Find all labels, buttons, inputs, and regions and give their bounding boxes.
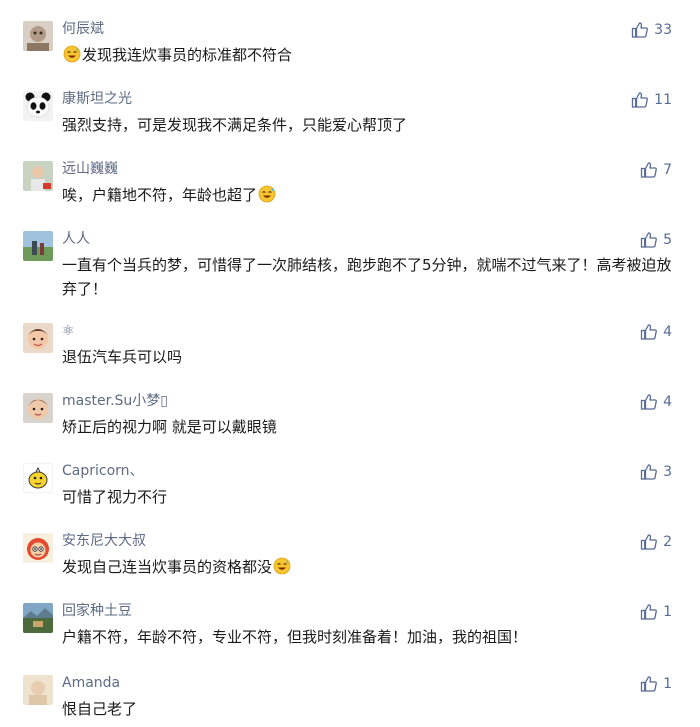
- like-button[interactable]: 2: [640, 532, 672, 552]
- sweat-smile-icon: [63, 45, 81, 63]
- comment-text: 发现我连炊事员的标准都不符合: [62, 43, 672, 67]
- like-button[interactable]: 5: [640, 230, 672, 250]
- comment-text: 退伍汽车兵可以吗: [62, 348, 183, 366]
- avatar[interactable]: [23, 323, 53, 353]
- like-button[interactable]: 1: [640, 674, 672, 694]
- comment-list: 何辰斌 发现我连炊事员的标准都不符合 33 康斯坦之光 强烈支持，可是发现我不满…: [0, 0, 700, 727]
- like-count: 3: [663, 464, 672, 480]
- username[interactable]: 何辰斌: [62, 20, 104, 38]
- thumbs-up-icon: [640, 463, 658, 481]
- thumbs-up-icon: [640, 533, 658, 551]
- like-button[interactable]: 33: [631, 20, 672, 40]
- username[interactable]: Amanda: [62, 674, 120, 692]
- thumbs-up-icon: [631, 91, 649, 109]
- avatar[interactable]: [23, 161, 53, 191]
- like-count: 7: [663, 162, 672, 178]
- thumbs-up-icon: [640, 603, 658, 621]
- username[interactable]: 康斯坦之光: [62, 90, 132, 108]
- avatar[interactable]: [23, 533, 53, 563]
- like-count: 2: [663, 534, 672, 550]
- like-count: 11: [654, 92, 672, 108]
- username[interactable]: 安东尼大大叔: [62, 532, 146, 550]
- sweat-smile-icon: [258, 185, 276, 203]
- avatar[interactable]: [23, 675, 53, 705]
- avatar[interactable]: [23, 91, 53, 121]
- like-count: 33: [654, 22, 672, 38]
- username[interactable]: ⚛: [62, 322, 75, 340]
- avatar[interactable]: [23, 231, 53, 261]
- like-button[interactable]: 11: [631, 90, 672, 110]
- like-count: 4: [663, 324, 672, 340]
- avatar[interactable]: [23, 463, 53, 493]
- thumbs-up-icon: [640, 231, 658, 249]
- comment-text: 发现自己连当炊事员的资格都没: [62, 555, 672, 579]
- comment-text-content: 唉，户籍地不符，年龄也超了: [62, 186, 258, 204]
- comment-text: 一直有个当兵的梦，可惜得了一次肺结核，跑步跑不了5分钟，就喘不过气来了！高考被迫…: [62, 256, 672, 298]
- username[interactable]: 远山巍巍: [62, 160, 118, 178]
- thumbs-up-icon: [640, 393, 658, 411]
- avatar[interactable]: [23, 603, 53, 633]
- avatar[interactable]: [23, 393, 53, 423]
- like-count: 1: [663, 604, 672, 620]
- sweat-smile-icon: [273, 557, 291, 575]
- comment-text-content: 发现自己连当炊事员的资格都没: [62, 558, 273, 576]
- like-button[interactable]: 7: [640, 160, 672, 180]
- comment-text: 矫正后的视力啊 就是可以戴眼镜: [62, 418, 277, 436]
- username[interactable]: Capricorn、: [62, 462, 144, 480]
- thumbs-up-icon: [640, 675, 658, 693]
- like-button[interactable]: 1: [640, 602, 672, 622]
- like-count: 4: [663, 394, 672, 410]
- username[interactable]: 回家种土豆: [62, 602, 132, 620]
- like-button[interactable]: 3: [640, 462, 672, 482]
- comment-text-content: 发现我连炊事员的标准都不符合: [82, 46, 293, 64]
- like-count: 1: [663, 676, 672, 692]
- thumbs-up-icon: [640, 323, 658, 341]
- comment-text: 恨自己老了: [62, 700, 138, 718]
- username[interactable]: master.Su小梦▯: [62, 392, 168, 410]
- like-count: 5: [663, 232, 672, 248]
- like-button[interactable]: 4: [640, 322, 672, 342]
- thumbs-up-icon: [640, 161, 658, 179]
- comment-text: 唉，户籍地不符，年龄也超了: [62, 183, 672, 207]
- username[interactable]: 人人: [62, 230, 90, 248]
- comment-text: 户籍不符，年龄不符，专业不符，但我时刻准备着！加油，我的祖国！: [62, 628, 528, 646]
- like-button[interactable]: 4: [640, 392, 672, 412]
- comment-text: 强烈支持，可是发现我不满足条件，只能爱心帮顶了: [62, 116, 408, 134]
- avatar[interactable]: [23, 21, 53, 51]
- comment-text: 可惜了视力不行: [62, 488, 168, 506]
- thumbs-up-icon: [631, 21, 649, 39]
